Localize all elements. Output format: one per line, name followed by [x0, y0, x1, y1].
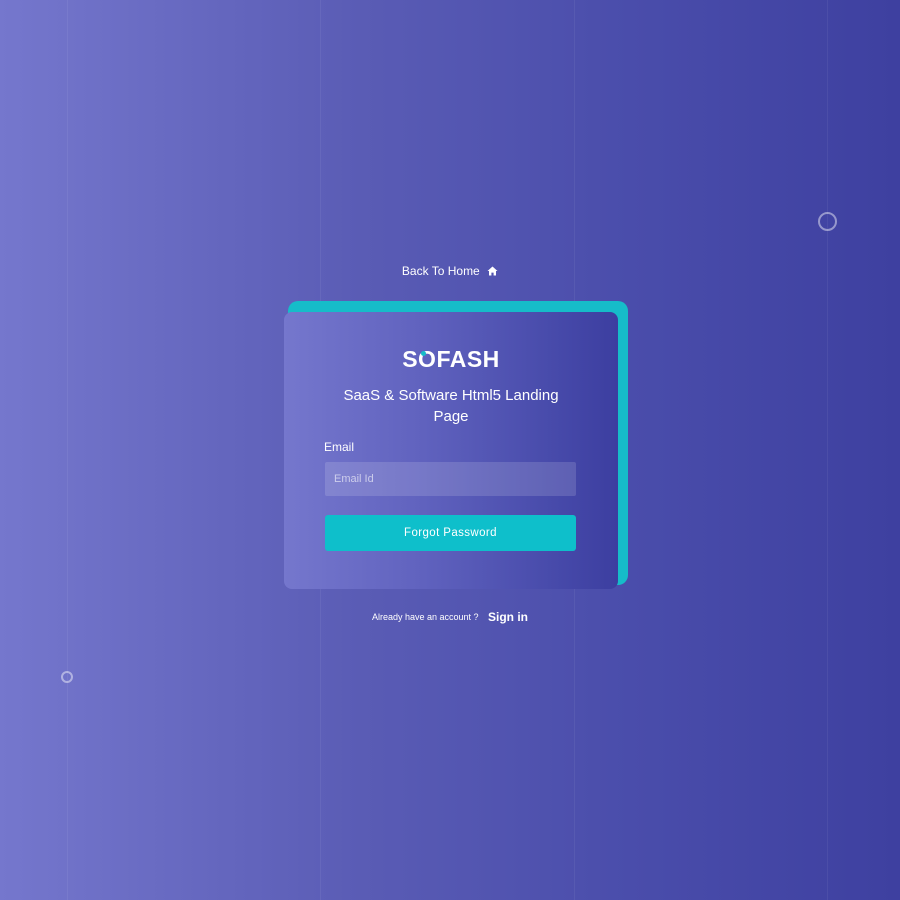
brand-logo-text: O: [418, 346, 437, 372]
brand-logo-text: FASH: [436, 346, 500, 372]
brand-logo: SO FASH: [284, 346, 618, 373]
forgot-password-button[interactable]: Forgot Password: [325, 515, 576, 551]
already-have-account-text: Already have an account ?: [371, 611, 479, 622]
sign-in-link[interactable]: Sign in: [488, 610, 528, 624]
decorative-ring: [61, 671, 73, 683]
decorative-ring: [818, 212, 837, 231]
background-grid-line: [67, 0, 68, 900]
forgot-password-card: SO FASH SaaS & Software Html5 Landing Pag…: [284, 312, 618, 589]
home-icon: [487, 265, 498, 279]
email-field[interactable]: [325, 462, 576, 496]
sign-in-prompt: Already have an account ? Sign in: [0, 608, 900, 626]
background-grid-line: [827, 0, 828, 900]
email-label: Email: [324, 440, 355, 454]
card-subtitle: SaaS & Software Html5 Landing Page: [343, 387, 559, 425]
back-to-home-link[interactable]: Back To Home: [0, 264, 900, 279]
brand-logo-text: S: [402, 346, 419, 372]
back-to-home-label: Back To Home: [401, 264, 480, 278]
